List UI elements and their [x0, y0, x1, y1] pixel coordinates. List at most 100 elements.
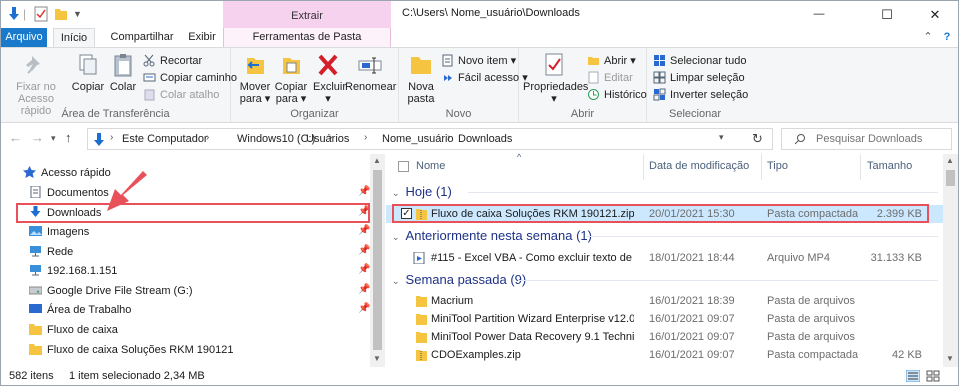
address-box[interactable]: › Este Computador › Windows10 (C:) › Usu… — [87, 128, 773, 150]
group-label: Organizar — [290, 108, 339, 120]
pin-icon[interactable]: 📌 — [358, 225, 370, 236]
select-all-checkbox[interactable] — [398, 161, 409, 172]
col-tipo[interactable]: Tipo — [767, 160, 788, 172]
close-button[interactable]: ✕ — [912, 1, 958, 28]
download-arrow-icon[interactable] — [7, 6, 21, 22]
propriedades-button[interactable]: Propriedades ▾ — [523, 52, 588, 105]
content-scrollbar[interactable]: ▲ ▼ — [943, 154, 958, 367]
pin-icon[interactable]: 📌 — [358, 284, 370, 295]
large-icons-view-icon[interactable] — [926, 370, 940, 382]
nav-google-drive[interactable]: Google Drive File Stream (G:) — [29, 282, 192, 300]
tab-exibir[interactable]: Exibir — [181, 28, 223, 47]
table-row[interactable]: #115 - Excel VBA - Como excluir texto de… — [386, 249, 943, 267]
colar-button[interactable]: Colar — [107, 52, 139, 93]
search-box[interactable] — [781, 128, 952, 150]
video-file-icon — [413, 252, 425, 264]
group-anteriormente[interactable]: ⌄ Anteriormente nesta semana (1) — [392, 227, 592, 245]
nav-imagens[interactable]: Imagens — [29, 223, 89, 241]
pin-icon[interactable]: 📌 — [358, 186, 370, 197]
novo-item-button[interactable]: Novo item ▾ — [441, 53, 516, 69]
edit-icon — [588, 71, 599, 84]
nav-scroll-thumb[interactable] — [373, 170, 382, 350]
nav-ip[interactable]: 192.168.1.151 — [29, 262, 117, 280]
properties-icon[interactable] — [34, 6, 48, 22]
copy-icon — [79, 54, 97, 75]
nav-area-trabalho[interactable]: Área de Trabalho — [29, 301, 131, 319]
scroll-down-icon[interactable]: ▼ — [946, 354, 954, 363]
editar-button[interactable]: Editar — [587, 70, 633, 86]
copiar-button[interactable]: Copiar — [69, 52, 107, 93]
pin-icon[interactable]: 📌 — [358, 264, 370, 275]
nav-rede[interactable]: Rede — [29, 243, 73, 261]
copiar-para-button[interactable]: Copiar para ▾ — [273, 52, 309, 105]
group-novo: Nova pasta Novo item ▾ Fácil acesso ▾ Nov… — [399, 48, 528, 122]
scroll-down-icon[interactable]: ▼ — [373, 354, 381, 363]
folder-icon — [416, 314, 427, 325]
item-count: 582 itens — [9, 370, 54, 382]
back-button[interactable]: ← — [9, 130, 22, 146]
table-row[interactable]: ✓ Fluxo de caixa Soluções RKM 190121.zip… — [386, 205, 943, 223]
scroll-up-icon[interactable]: ▲ — [373, 156, 381, 165]
qa-dropdown[interactable]: ▼ — [73, 6, 82, 22]
scroll-up-icon[interactable]: ▲ — [946, 156, 954, 165]
network-icon — [30, 246, 41, 257]
tab-ferramentas[interactable]: Ferramentas de Pasta Compactada — [223, 28, 391, 62]
crumb-este-computador[interactable]: Este Computador — [122, 133, 208, 145]
table-row[interactable]: MiniTool Power Data Recovery 9.1 Technic… — [386, 328, 943, 346]
nav-fluxo-caixa[interactable]: Fluxo de caixa — [29, 321, 118, 339]
crumb-nome-usuario[interactable]: Nome_usuário — [382, 133, 454, 145]
refresh-button[interactable]: ↻ — [752, 131, 763, 147]
excluir-button[interactable]: Excluir ▾ — [313, 52, 346, 105]
recent-dropdown[interactable]: ▾ — [51, 130, 56, 146]
crumb-windows10[interactable]: Windows10 (C:) — [237, 133, 315, 145]
crumb-usuarios[interactable]: Usuários — [306, 133, 349, 145]
new-folder-icon[interactable] — [54, 6, 68, 22]
minimize-button[interactable]: — — [796, 1, 842, 28]
collapse-ribbon-button[interactable]: ⌃ — [921, 28, 935, 47]
row-checkbox[interactable]: ✓ — [401, 208, 412, 219]
group-hoje[interactable]: ⌄ Hoje (1) — [392, 183, 452, 201]
group-semana-passada[interactable]: ⌄ Semana passada (9) — [392, 271, 526, 289]
col-data[interactable]: Data de modificação — [649, 160, 749, 172]
nav-fluxo-caixa-rkm[interactable]: Fluxo de caixa Soluções RKM 190121 — [29, 341, 234, 359]
col-tamanho[interactable]: Tamanho — [867, 160, 912, 172]
pin-icon[interactable]: 📌 — [358, 206, 370, 217]
pin-icon[interactable]: 📌 — [358, 303, 370, 314]
content-scroll-thumb[interactable] — [946, 170, 955, 186]
mover-para-button[interactable]: Mover para ▾ — [237, 52, 273, 105]
table-row[interactable]: Macrium 16/01/2021 18:39 Pasta de arquiv… — [386, 292, 943, 310]
pin-icon[interactable]: 📌 — [358, 245, 370, 256]
tab-inicio[interactable]: Início — [53, 28, 95, 47]
inverter-selecao-button[interactable]: Inverter seleção — [653, 87, 748, 103]
help-button[interactable]: ? — [939, 28, 955, 47]
nova-pasta-button[interactable]: Nova pasta — [405, 52, 437, 105]
folder-icon — [29, 324, 42, 335]
colar-atalho-button[interactable]: Colar atalho — [143, 87, 219, 103]
address-dropdown[interactable]: ▾ — [719, 132, 724, 143]
nav-scrollbar[interactable]: ▲ ▼ — [370, 154, 385, 367]
nav-downloads[interactable]: Downloads — [29, 204, 101, 222]
tab-compartilhar[interactable]: Compartilhar — [103, 28, 181, 47]
nav-documentos[interactable]: Documentos — [29, 184, 109, 202]
search-input[interactable] — [816, 131, 948, 147]
nav-acesso-rapido[interactable]: Acesso rápido — [23, 164, 111, 182]
abrir-button[interactable]: Abrir ▾ — [587, 53, 636, 69]
forward-button[interactable]: → — [31, 130, 44, 146]
recortar-button[interactable]: Recortar — [143, 53, 202, 69]
historico-button[interactable]: Histórico — [587, 87, 647, 103]
folder-icon — [416, 332, 427, 343]
selecionar-tudo-button[interactable]: Selecionar tudo — [653, 53, 746, 69]
facil-acesso-button[interactable]: Fácil acesso ▾ — [441, 70, 528, 86]
table-row[interactable]: CDOExamples.zip 16/01/2021 09:07 Pasta c… — [386, 346, 943, 364]
copiar-caminho-button[interactable]: Copiar caminho — [143, 70, 237, 86]
limpar-selecao-button[interactable]: Limpar seleção — [653, 70, 745, 86]
maximize-button[interactable]: ☐ — [864, 1, 910, 28]
details-view-icon[interactable] — [906, 370, 920, 382]
col-nome[interactable]: Nome — [416, 160, 445, 172]
tab-arquivo[interactable]: Arquivo — [1, 28, 47, 47]
table-row[interactable]: MiniTool Partition Wizard Enterprise v12… — [386, 310, 943, 328]
up-button[interactable]: ↑ — [65, 130, 72, 146]
crumb-downloads[interactable]: Downloads — [458, 133, 512, 145]
renomear-button[interactable]: Renomear — [345, 52, 396, 93]
group-organizar: Mover para ▾ Copiar para ▾ Excluir ▾ Renome… — [231, 48, 399, 122]
